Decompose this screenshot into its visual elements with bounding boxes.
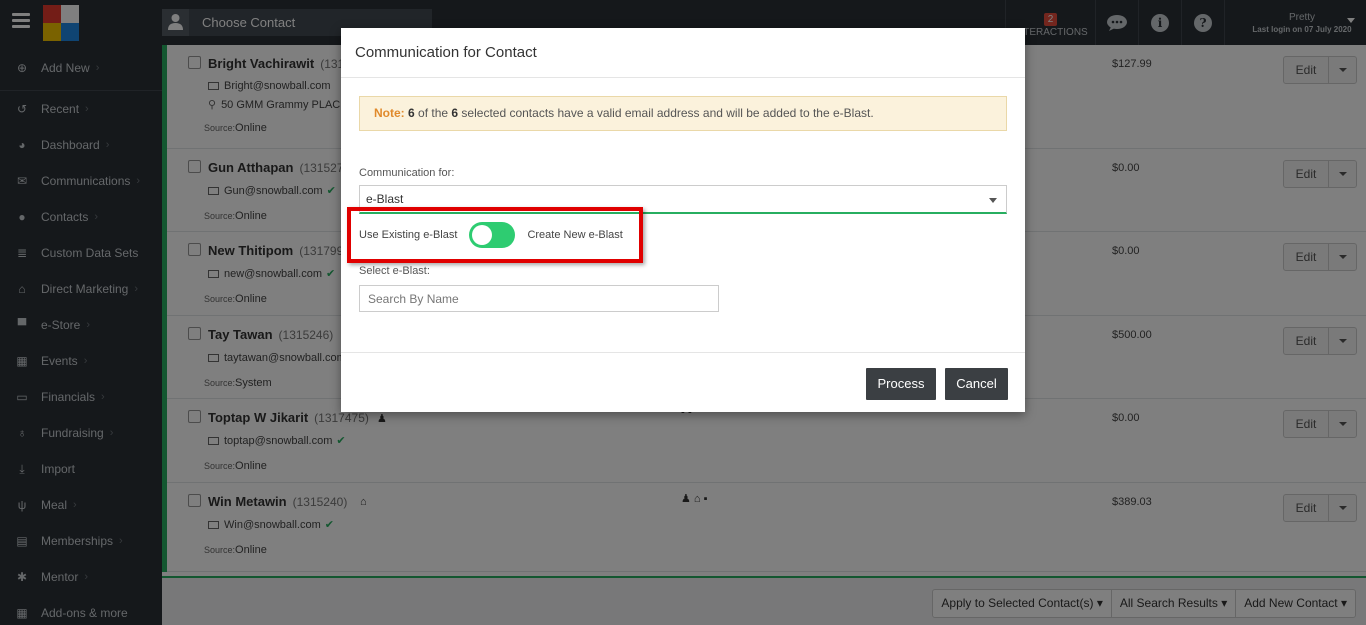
note-label: Note: bbox=[374, 106, 405, 120]
process-button[interactable]: Process bbox=[866, 368, 936, 400]
note-banner: Note: 6 of the 6 selected contacts have … bbox=[359, 96, 1007, 131]
modal-title: Communication for Contact bbox=[341, 28, 1025, 78]
chevron-down-icon bbox=[989, 198, 997, 203]
modal-footer: Process Cancel bbox=[341, 352, 1025, 412]
search-eblast-input[interactable] bbox=[359, 285, 719, 312]
communication-modal: Communication for Contact Note: 6 of the… bbox=[341, 28, 1025, 412]
highlight-box bbox=[347, 207, 643, 263]
communication-for-label: Communication for: bbox=[359, 167, 455, 179]
note-valid-count: 6 bbox=[408, 106, 415, 120]
cancel-button[interactable]: Cancel bbox=[945, 368, 1008, 400]
communication-for-value: e-Blast bbox=[366, 192, 404, 206]
select-eblast-label: Select e-Blast: bbox=[359, 265, 430, 277]
